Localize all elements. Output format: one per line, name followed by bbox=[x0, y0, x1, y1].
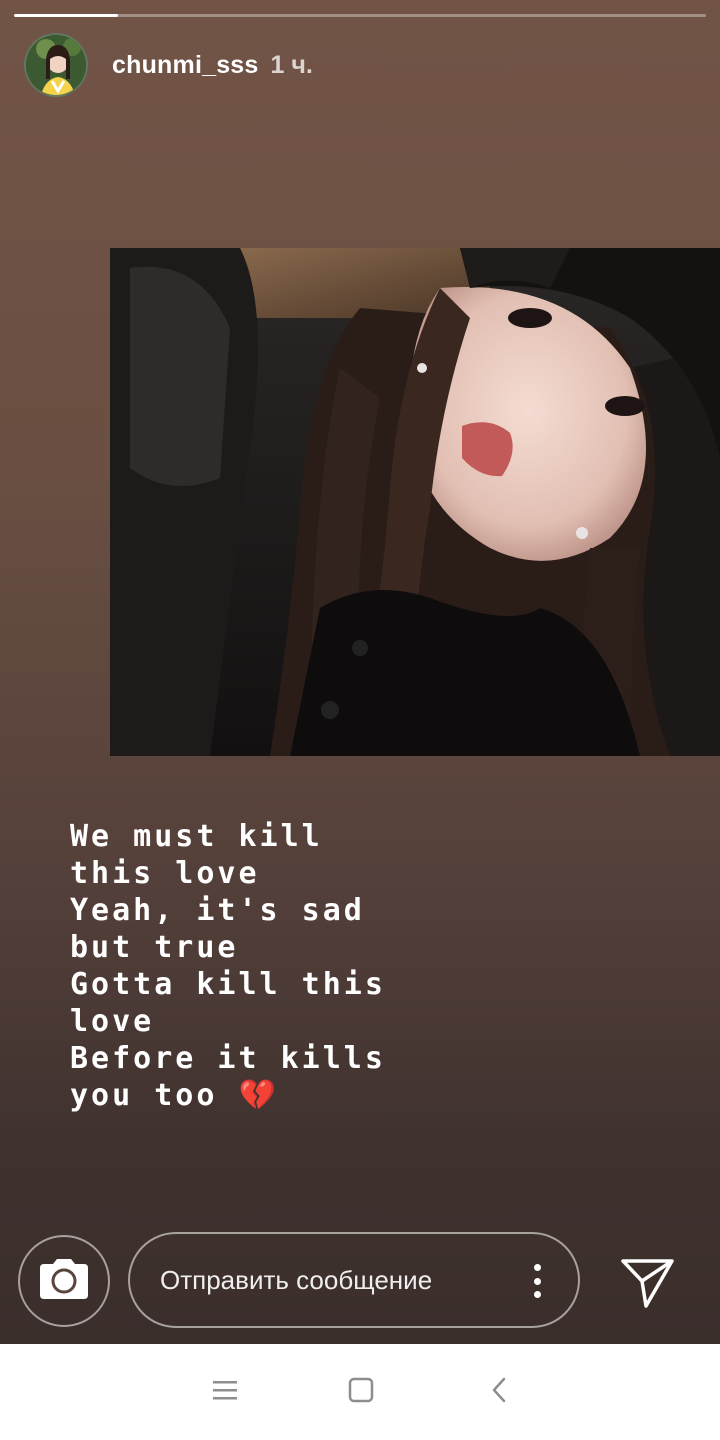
reply-message-input[interactable]: Отправить сообщение bbox=[128, 1232, 580, 1328]
story-header: chunmi_sss 1 ч. bbox=[24, 33, 313, 97]
story-progress-bar bbox=[14, 14, 706, 17]
username[interactable]: chunmi_sss bbox=[112, 51, 259, 80]
system-nav-bar bbox=[0, 1344, 720, 1440]
more-vertical-icon[interactable] bbox=[532, 1264, 542, 1298]
reply-placeholder: Отправить сообщение bbox=[160, 1264, 433, 1295]
menu-icon bbox=[211, 1378, 239, 1407]
nav-home-button[interactable] bbox=[339, 1370, 383, 1414]
send-icon bbox=[616, 1259, 678, 1316]
story-progress-fill bbox=[14, 14, 118, 17]
send-button[interactable] bbox=[616, 1250, 678, 1312]
story-photo bbox=[110, 248, 720, 756]
home-square-icon bbox=[347, 1376, 375, 1409]
story-caption: We must kill this love Yeah, it's sad bu… bbox=[70, 819, 386, 1113]
nav-menu-button[interactable] bbox=[203, 1370, 247, 1414]
back-chevron-icon bbox=[487, 1376, 511, 1409]
post-time: 1 ч. bbox=[270, 50, 313, 79]
profile-avatar[interactable] bbox=[24, 33, 88, 97]
camera-button[interactable] bbox=[18, 1235, 110, 1327]
story-view[interactable]: chunmi_sss 1 ч. We must kill this love Y… bbox=[0, 0, 720, 1344]
camera-icon bbox=[39, 1258, 89, 1305]
nav-back-button[interactable] bbox=[477, 1370, 521, 1414]
